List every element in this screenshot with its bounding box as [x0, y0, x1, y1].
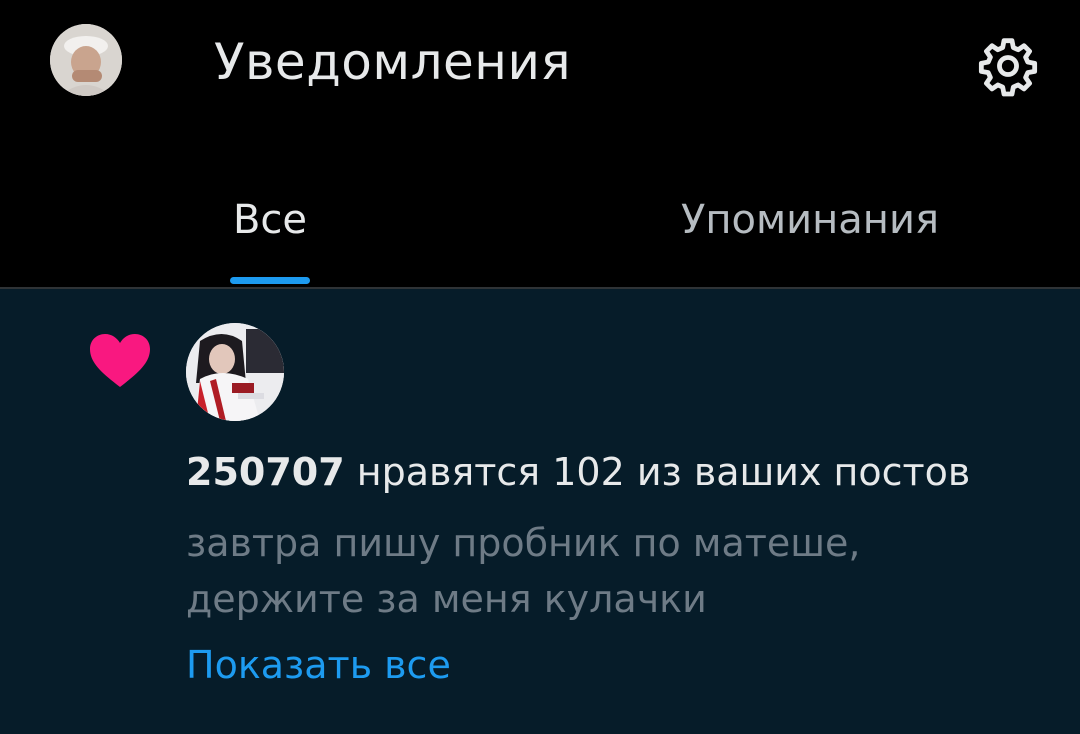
show-all-link[interactable]: Показать все	[186, 637, 451, 693]
active-tab-indicator	[230, 277, 310, 284]
notifications-screen: Уведомления Все Упоминания 250707 нравят…	[0, 0, 1080, 734]
heart-icon	[90, 334, 150, 387]
notification-tabs: Все Упоминания	[0, 180, 1080, 288]
top-app-bar: Уведомления	[0, 0, 1080, 130]
user-avatar[interactable]	[186, 323, 284, 421]
profile-avatar[interactable]	[50, 24, 122, 96]
like-notification[interactable]: 250707 нравятся 102 из ваших постов завт…	[0, 289, 1080, 734]
tab-mentions[interactable]: Упоминания	[600, 180, 1020, 288]
gear-icon	[978, 38, 1038, 97]
notification-text: 250707 нравятся 102 из ваших постов	[186, 447, 1046, 497]
notification-action: нравятся 102 из ваших постов	[356, 450, 971, 494]
user-photo	[186, 323, 284, 421]
tab-all[interactable]: Все	[150, 180, 390, 288]
page-title: Уведомления	[214, 33, 572, 91]
settings-button[interactable]	[968, 26, 1048, 106]
post-preview: завтра пишу пробник по матеше, держите з…	[186, 521, 861, 621]
notification-username[interactable]: 250707	[186, 450, 345, 494]
profile-photo	[50, 24, 122, 96]
